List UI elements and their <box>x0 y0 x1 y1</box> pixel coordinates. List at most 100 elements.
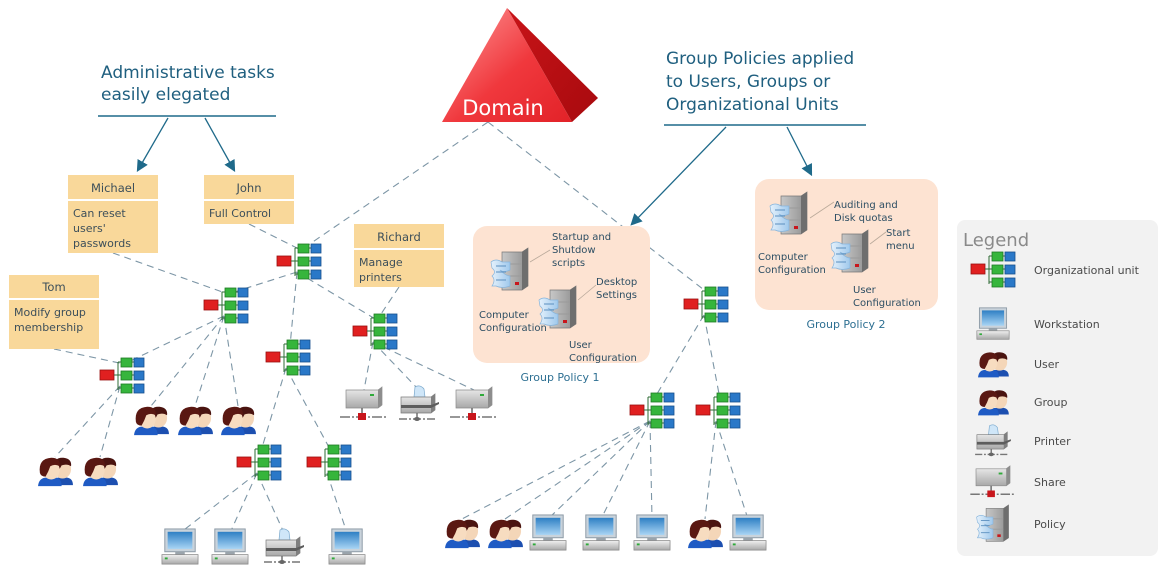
connection-line <box>289 271 298 347</box>
user-config-label: User <box>853 285 877 296</box>
network-nodes <box>38 243 767 565</box>
connection-line <box>150 315 225 407</box>
organizational-unit-icon[interactable] <box>695 392 741 429</box>
user-setting-line: Start <box>886 228 911 239</box>
delegate-task-line: Modify group <box>14 306 86 319</box>
user-setting-line: menu <box>886 241 915 252</box>
organizational-unit-icon[interactable] <box>265 339 311 376</box>
computer-config-label: Computer <box>479 310 530 321</box>
workstation-icon[interactable] <box>211 528 249 565</box>
connection-line <box>461 420 651 520</box>
share-icon[interactable] <box>339 386 389 421</box>
domain-label: Domain <box>462 96 544 120</box>
legend-label: Policy <box>1034 518 1066 531</box>
computer-setting-line: Auditing and <box>834 200 898 211</box>
computer-config-label: Computer <box>758 252 809 263</box>
legend-label: User <box>1034 358 1060 371</box>
group-icon[interactable] <box>134 406 169 436</box>
delegate-name: Tom <box>41 280 65 294</box>
connection-line <box>600 420 651 520</box>
domain-node[interactable]: Domain <box>442 8 598 122</box>
user-icon[interactable] <box>445 519 480 549</box>
connection-line <box>112 252 229 295</box>
delegate-name: John <box>235 181 261 195</box>
admin-heading: Administrative tasks easily elegated <box>101 63 275 105</box>
delegate-task-line: Can reset <box>73 207 126 220</box>
organizational-unit-icon[interactable] <box>306 444 352 481</box>
admin-heading-line-1: Administrative tasks <box>101 63 275 83</box>
organizational-unit-icon[interactable] <box>236 444 282 481</box>
computer-setting-line: scripts <box>552 258 585 269</box>
workstation-icon[interactable] <box>729 514 767 551</box>
legend-label: Workstation <box>1034 318 1100 331</box>
computer-config-label: Configuration <box>758 265 826 276</box>
delegate-note-john[interactable]: John Full Control <box>204 175 294 224</box>
group-icon <box>978 390 1009 416</box>
workstation-icon[interactable] <box>529 514 567 551</box>
computer-setting-line: Disk quotas <box>834 213 893 224</box>
printer-icon[interactable] <box>263 528 305 565</box>
group-policy-2[interactable]: Auditing and Disk quotas Start menu Comp… <box>755 179 938 331</box>
arrow-to-john <box>204 117 236 173</box>
user-icon[interactable] <box>688 519 723 549</box>
delegate-task-line: membership <box>14 321 83 334</box>
policies-heading-line-1: Group Policies applied <box>666 49 854 69</box>
connection-line <box>223 315 239 407</box>
delegate-note-tom[interactable]: Tom Modify group membership <box>9 275 99 349</box>
workstation-icon[interactable] <box>633 514 671 551</box>
connection-line <box>53 348 125 365</box>
connection-line <box>703 314 721 400</box>
legend-label: Printer <box>1034 435 1071 448</box>
connection-line <box>248 223 302 251</box>
user-icon[interactable] <box>83 457 118 487</box>
delegate-note-richard[interactable]: Richard Manage printers <box>354 224 444 287</box>
workstation-icon[interactable] <box>328 528 366 565</box>
connection-line <box>363 341 374 391</box>
group-icon[interactable] <box>221 406 256 436</box>
policies-heading-line-2: to Users, Groups or <box>666 72 830 92</box>
user-setting-line: Settings <box>596 290 637 301</box>
delegate-task-line: Full Control <box>209 207 271 220</box>
delegate-note-michael[interactable]: Michael Can reset users' passwords <box>68 175 158 253</box>
arrow-to-michael <box>136 117 169 173</box>
user-config-label: Configuration <box>853 298 921 309</box>
organizational-unit-icon[interactable] <box>683 286 729 323</box>
organizational-unit-icon[interactable] <box>629 392 675 429</box>
arrow-to-group-policy-1 <box>630 126 727 226</box>
delegate-task-line: printers <box>359 271 402 284</box>
group-icon[interactable] <box>178 406 213 436</box>
connection-line <box>229 472 258 534</box>
connection-line <box>649 420 653 520</box>
user-icon <box>978 352 1009 378</box>
printer-icon[interactable] <box>398 385 440 422</box>
organizational-unit-icon[interactable] <box>203 287 249 324</box>
workstation-icon[interactable] <box>161 528 199 565</box>
user-setting-line: Desktop <box>596 277 637 288</box>
organizational-unit-icon[interactable] <box>99 357 145 394</box>
connection-line <box>260 367 287 452</box>
group-policy-1[interactable]: Startup and Shutdow scripts Desktop Sett… <box>473 226 650 384</box>
connection-line <box>123 315 225 365</box>
organizational-unit-icon[interactable] <box>352 313 398 350</box>
user-icon[interactable] <box>488 519 523 549</box>
connection-line <box>653 314 705 400</box>
group-policy-caption: Group Policy 1 <box>520 371 599 384</box>
legend-label: Group <box>1034 396 1068 409</box>
workstation-icon[interactable] <box>582 514 620 551</box>
organizational-unit-icon[interactable] <box>276 243 322 280</box>
share-icon[interactable] <box>449 386 499 421</box>
computer-setting-line: Startup and <box>552 232 611 243</box>
delegate-task-line: Manage <box>359 256 403 269</box>
user-icon[interactable] <box>38 457 73 487</box>
connection-line <box>715 420 749 520</box>
group-policy-caption: Group Policy 2 <box>806 318 885 331</box>
delegate-name: Richard <box>377 230 421 244</box>
arrow-to-group-policy-2 <box>786 126 813 177</box>
legend: Legend Organizational unit Workstation Use… <box>957 220 1158 556</box>
connection-line <box>256 472 285 534</box>
delegate-task-line: users' <box>73 222 106 235</box>
legend-label: Share <box>1034 476 1066 489</box>
connection-line <box>194 315 225 407</box>
active-directory-diagram: Domain Administrative tasks easily elega… <box>9 8 1158 565</box>
computer-setting-line: Shutdow <box>552 245 596 256</box>
